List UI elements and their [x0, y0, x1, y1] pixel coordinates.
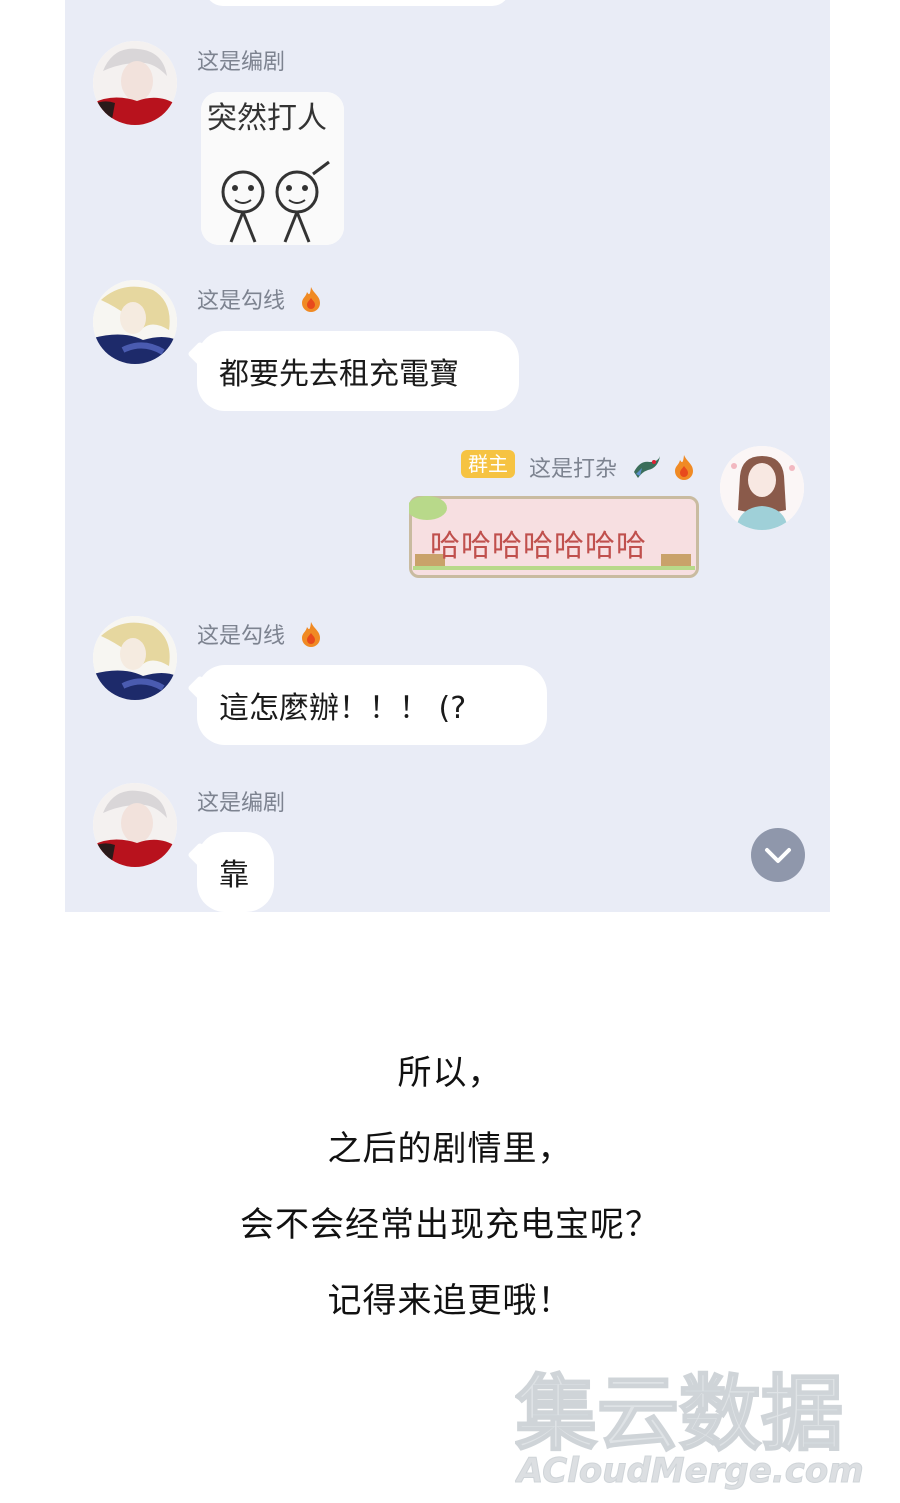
chevron-down-icon: [765, 848, 791, 863]
owner-badge: 群主: [461, 450, 515, 478]
caption-line-4: 记得来追更哦！: [327, 1281, 573, 1321]
sender-label: 这是勾线: [197, 289, 286, 314]
message-bubble[interactable]: 靠: [197, 832, 274, 912]
sticker-text: 突然打人: [207, 101, 327, 136]
sender-name: 这是编剧: [197, 50, 286, 75]
previous-message-bubble: [205, 0, 510, 6]
fire-icon: [300, 286, 322, 318]
sender-name: 这是勾线: [197, 283, 322, 318]
card-text: 哈哈哈哈哈哈哈: [430, 529, 647, 564]
sender-name: 这是打杂: [529, 451, 695, 486]
avatar-line-artist[interactable]: [93, 280, 177, 364]
card-message-bubble[interactable]: 哈哈哈哈哈哈哈: [409, 496, 699, 578]
avatar-editor[interactable]: [93, 783, 177, 867]
sender-name: 这是编剧: [197, 791, 286, 816]
caption-line-1: 所以，: [397, 1053, 503, 1093]
chat-area: 这是编剧 突然打人 这是勾线 都要先去租充電寶 群主 这是打杂 哈哈哈哈哈哈哈 …: [65, 0, 830, 912]
sender-name: 这是勾线: [197, 618, 322, 653]
sticker-image[interactable]: 突然打人: [201, 92, 344, 245]
watermark-main-text: 集云数据: [515, 1367, 843, 1462]
message-bubble[interactable]: 都要先去租充電寶: [197, 331, 519, 411]
sender-label: 这是打杂: [529, 457, 618, 482]
avatar-self[interactable]: [720, 446, 804, 530]
avatar-editor[interactable]: [93, 41, 177, 125]
sender-label: 这是勾线: [197, 624, 286, 649]
dragon-icon: [632, 454, 662, 486]
caption-line-3: 会不会经常出现充电宝呢？: [240, 1205, 660, 1245]
fire-icon: [673, 454, 695, 486]
message-bubble[interactable]: 這怎麼辦！！！ (?: [197, 665, 547, 745]
watermark-logo: 集云数据 ACloudMerge.com: [513, 1362, 890, 1492]
avatar-line-artist[interactable]: [93, 616, 177, 700]
watermark-sub-text: ACloudMerge.com: [515, 1451, 864, 1491]
fire-icon: [300, 621, 322, 653]
scroll-to-bottom-button[interactable]: [751, 828, 805, 882]
caption-line-2: 之后的剧情里，: [327, 1129, 573, 1169]
